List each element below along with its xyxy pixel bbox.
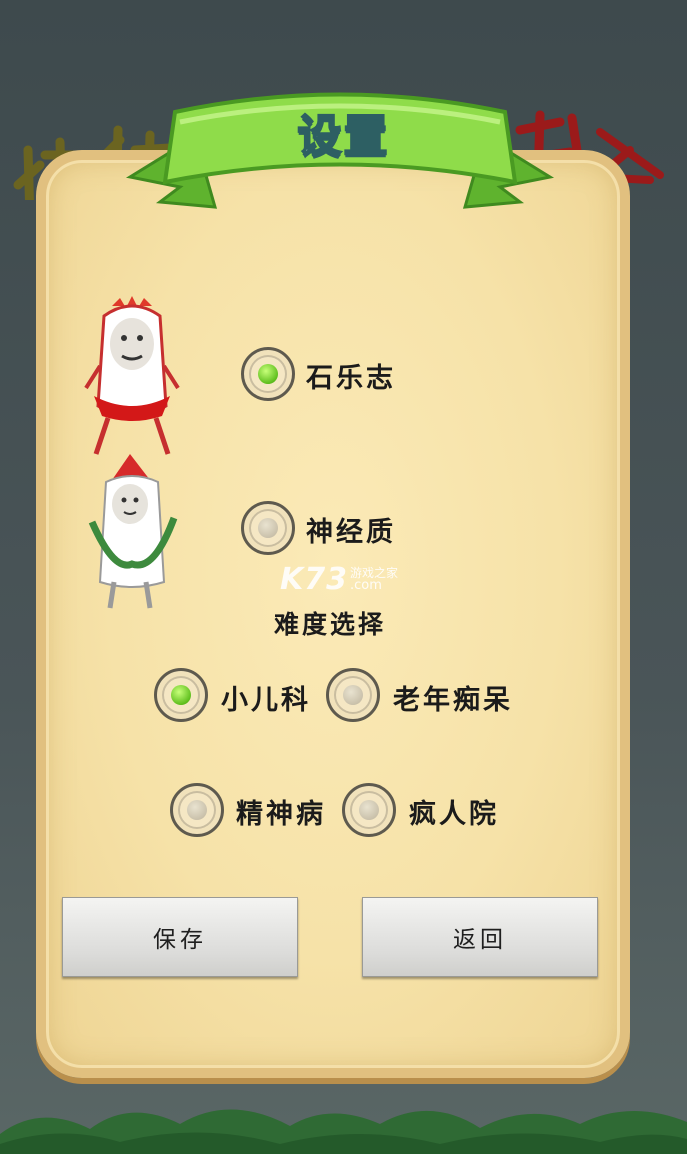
character-label-1: 石乐志 xyxy=(306,363,396,394)
radish-character-crown-icon xyxy=(84,296,180,455)
radio-indicator xyxy=(171,685,191,705)
character-radio-1[interactable] xyxy=(241,347,295,401)
radio-indicator xyxy=(343,685,363,705)
page-title: 设置 xyxy=(297,110,390,163)
watermark: K73 游戏之家 .com xyxy=(280,562,398,597)
watermark-brand: K73 xyxy=(280,562,348,597)
radio-indicator xyxy=(187,800,207,820)
radish-character-hat-icon xyxy=(88,454,178,609)
radio-indicator xyxy=(258,518,278,538)
character-radio-2[interactable] xyxy=(241,501,295,555)
difficulty-heading: 难度选择 xyxy=(273,610,386,639)
ground-bushes xyxy=(0,1109,687,1154)
save-button[interactable]: 保存 xyxy=(62,897,298,977)
difficulty-label-2: 老年痴呆 xyxy=(393,685,513,716)
watermark-domain: .com xyxy=(350,578,382,593)
difficulty-label-3: 精神病 xyxy=(236,799,326,830)
radio-indicator xyxy=(258,364,278,384)
difficulty-radio-4[interactable] xyxy=(342,783,396,837)
difficulty-label-1: 小儿科 xyxy=(221,685,311,716)
back-button[interactable]: 返回 xyxy=(362,897,598,977)
difficulty-radio-1[interactable] xyxy=(154,668,208,722)
difficulty-radio-2[interactable] xyxy=(326,668,380,722)
character-label-2: 神经质 xyxy=(306,517,396,548)
difficulty-radio-3[interactable] xyxy=(170,783,224,837)
difficulty-label-4: 疯人院 xyxy=(409,799,499,830)
radio-indicator xyxy=(359,800,379,820)
